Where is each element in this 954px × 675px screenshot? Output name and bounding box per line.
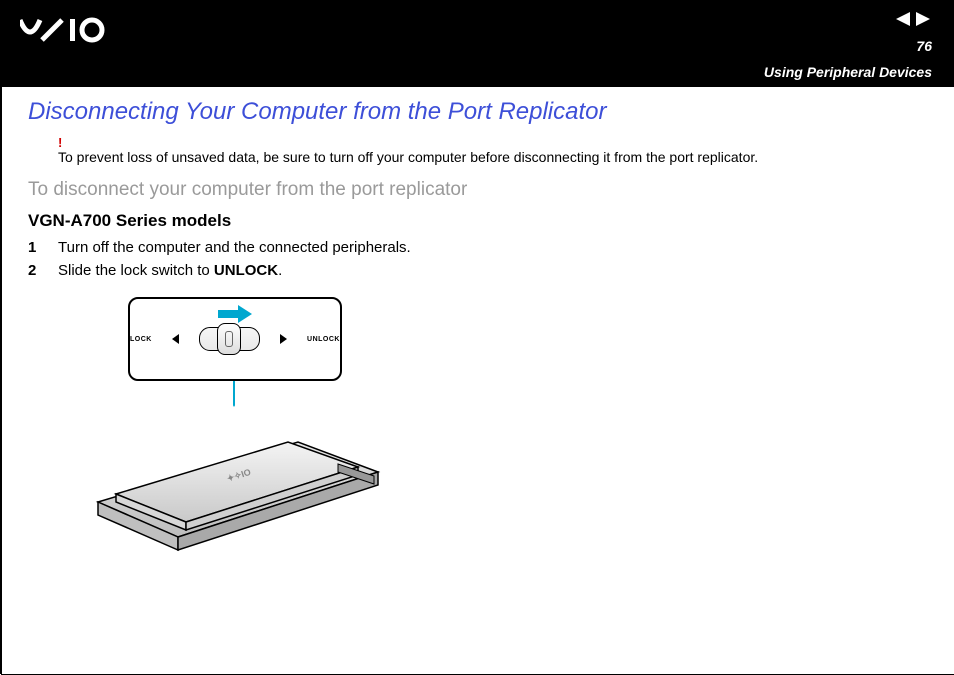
step-text-bold: UNLOCK [214,262,278,279]
port-replicator-drawing: ✦✧IO [88,412,388,552]
step-text-prefix: Slide the lock switch to [58,262,214,279]
lock-switch-panel: LOCK UNLOCK [128,297,342,381]
sub-heading: To disconnect your computer from the por… [28,179,928,201]
step-number: 2 [28,262,40,279]
illustration: LOCK UNLOCK [88,297,388,557]
step-number: 1 [28,239,40,256]
step-item: 1 Turn off the computer and the connecte… [28,239,928,256]
vaio-logo-svg [20,16,130,44]
page-content: Disconnecting Your Computer from the Por… [2,88,954,557]
lock-label: LOCK [130,336,152,343]
next-page-icon[interactable] [916,12,932,26]
leader-line [233,381,235,407]
step-item: 2 Slide the lock switch to UNLOCK. [28,262,928,279]
warning-block: ! To prevent loss of unsaved data, be su… [58,136,928,165]
steps-list: 1 Turn off the computer and the connecte… [28,239,928,279]
unlock-label: UNLOCK [307,336,340,343]
warning-text: To prevent loss of unsaved data, be sure… [58,149,928,165]
nav-arrows [894,12,932,26]
triangle-right-icon [280,334,287,344]
prev-page-icon[interactable] [894,12,910,26]
section-title: Using Peripheral Devices [764,64,932,80]
warning-icon: ! [58,136,928,149]
page-title: Disconnecting Your Computer from the Por… [28,98,928,126]
step-text: Slide the lock switch to UNLOCK. [58,262,282,279]
header-bar: 76 Using Peripheral Devices [2,2,954,88]
step-text: Turn off the computer and the connected … [58,239,411,256]
lock-slider [199,327,260,351]
header-divider [2,87,954,88]
triangle-left-icon [172,334,179,344]
slider-knob [217,323,241,355]
arrow-right-icon [218,305,252,323]
vaio-logo [20,16,130,51]
model-heading: VGN-A700 Series models [28,211,928,231]
step-text-suffix: . [278,262,282,279]
page-number: 76 [916,38,932,54]
